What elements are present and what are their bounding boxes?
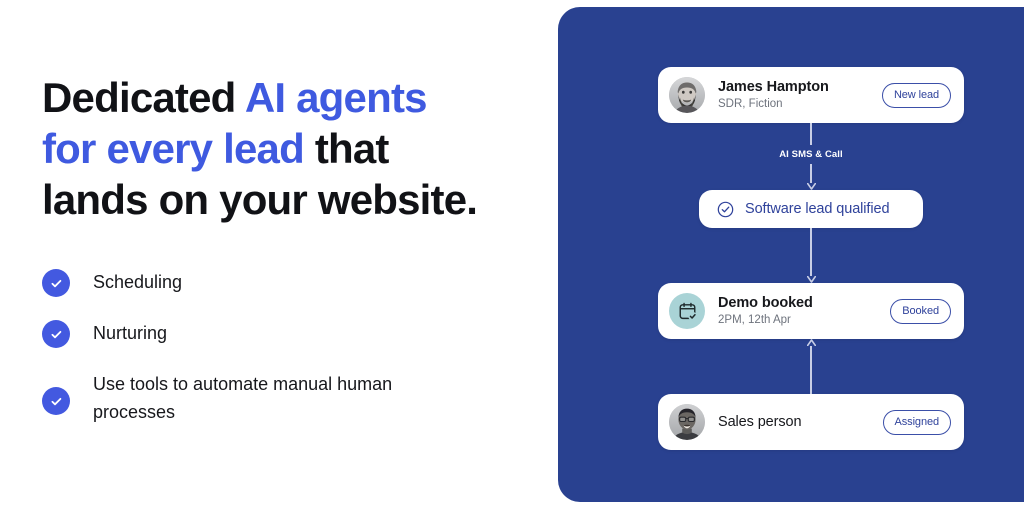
card-sales-person-name: Sales person [718,414,802,430]
card-lead[interactable]: James Hampton SDR, Fiction New lead [658,67,964,123]
check-circle-icon [42,320,70,348]
connector-label: AI SMS & Call [779,149,843,160]
arrow-down-icon [806,276,816,283]
connector-line [810,164,812,183]
feature-list: Scheduling Nurturing Use tools to automa… [42,268,512,426]
page-root: Dedicated AI agents for every lead that … [0,0,1024,512]
headline-line1-accent: AI agents [244,74,428,121]
card-lead-name: James Hampton [718,79,829,95]
workflow-flow: James Hampton SDR, Fiction New lead AI S… [658,67,964,450]
card-qualified[interactable]: Software lead qualified [699,190,923,228]
headline-line3-plain: lands on your website. [42,176,478,223]
card-lead-subtitle: SDR, Fiction [718,98,783,110]
list-item: Use tools to automate manual human proce… [42,370,512,426]
panel-right-bleed [984,7,1024,502]
page-title: Dedicated AI agents for every lead that … [42,72,512,225]
connector-qualified-to-demo [658,228,964,283]
card-demo-body: Demo booked 2PM, 12th Apr [718,294,890,328]
headline-line2-accent: for every lead [42,125,305,172]
list-item: Nurturing [42,319,512,348]
card-demo[interactable]: Demo booked 2PM, 12th Apr Booked [658,283,964,339]
list-item: Scheduling [42,268,512,297]
headline-line1-plain: Dedicated [42,74,245,121]
check-circle-icon [42,269,70,297]
headline-line2-plain: that [303,125,390,172]
card-lead-body: James Hampton SDR, Fiction [718,78,882,112]
status-badge[interactable]: Assigned [882,409,951,435]
feature-label: Scheduling [93,272,183,292]
card-qualified-label: Software lead qualified [745,201,890,217]
status-badge[interactable]: Booked [890,298,951,324]
connector-lead-to-qualified: AI SMS & Call [658,123,964,190]
arrow-up-icon [806,339,816,346]
hero-left-pane: Dedicated AI agents for every lead that … [0,0,560,512]
connector-sales-to-demo [658,339,964,394]
workflow-panel: James Hampton SDR, Fiction New lead AI S… [558,7,1024,502]
check-circle-outline-icon [717,201,734,218]
card-demo-title: Demo booked [718,295,813,311]
connector-line [810,346,812,394]
feature-label: Use tools to automate manual human proce… [93,374,393,422]
avatar [669,404,705,440]
card-demo-subtitle: 2PM, 12th Apr [718,314,791,326]
calendar-check-icon [669,293,705,329]
connector-line [810,123,812,145]
check-circle-icon [42,387,70,415]
avatar [669,77,705,113]
status-badge[interactable]: New lead [881,82,951,108]
arrow-down-icon [806,183,816,190]
connector-line [810,228,812,276]
card-sales-person[interactable]: Sales person Assigned [658,394,964,450]
feature-label: Nurturing [93,323,168,343]
